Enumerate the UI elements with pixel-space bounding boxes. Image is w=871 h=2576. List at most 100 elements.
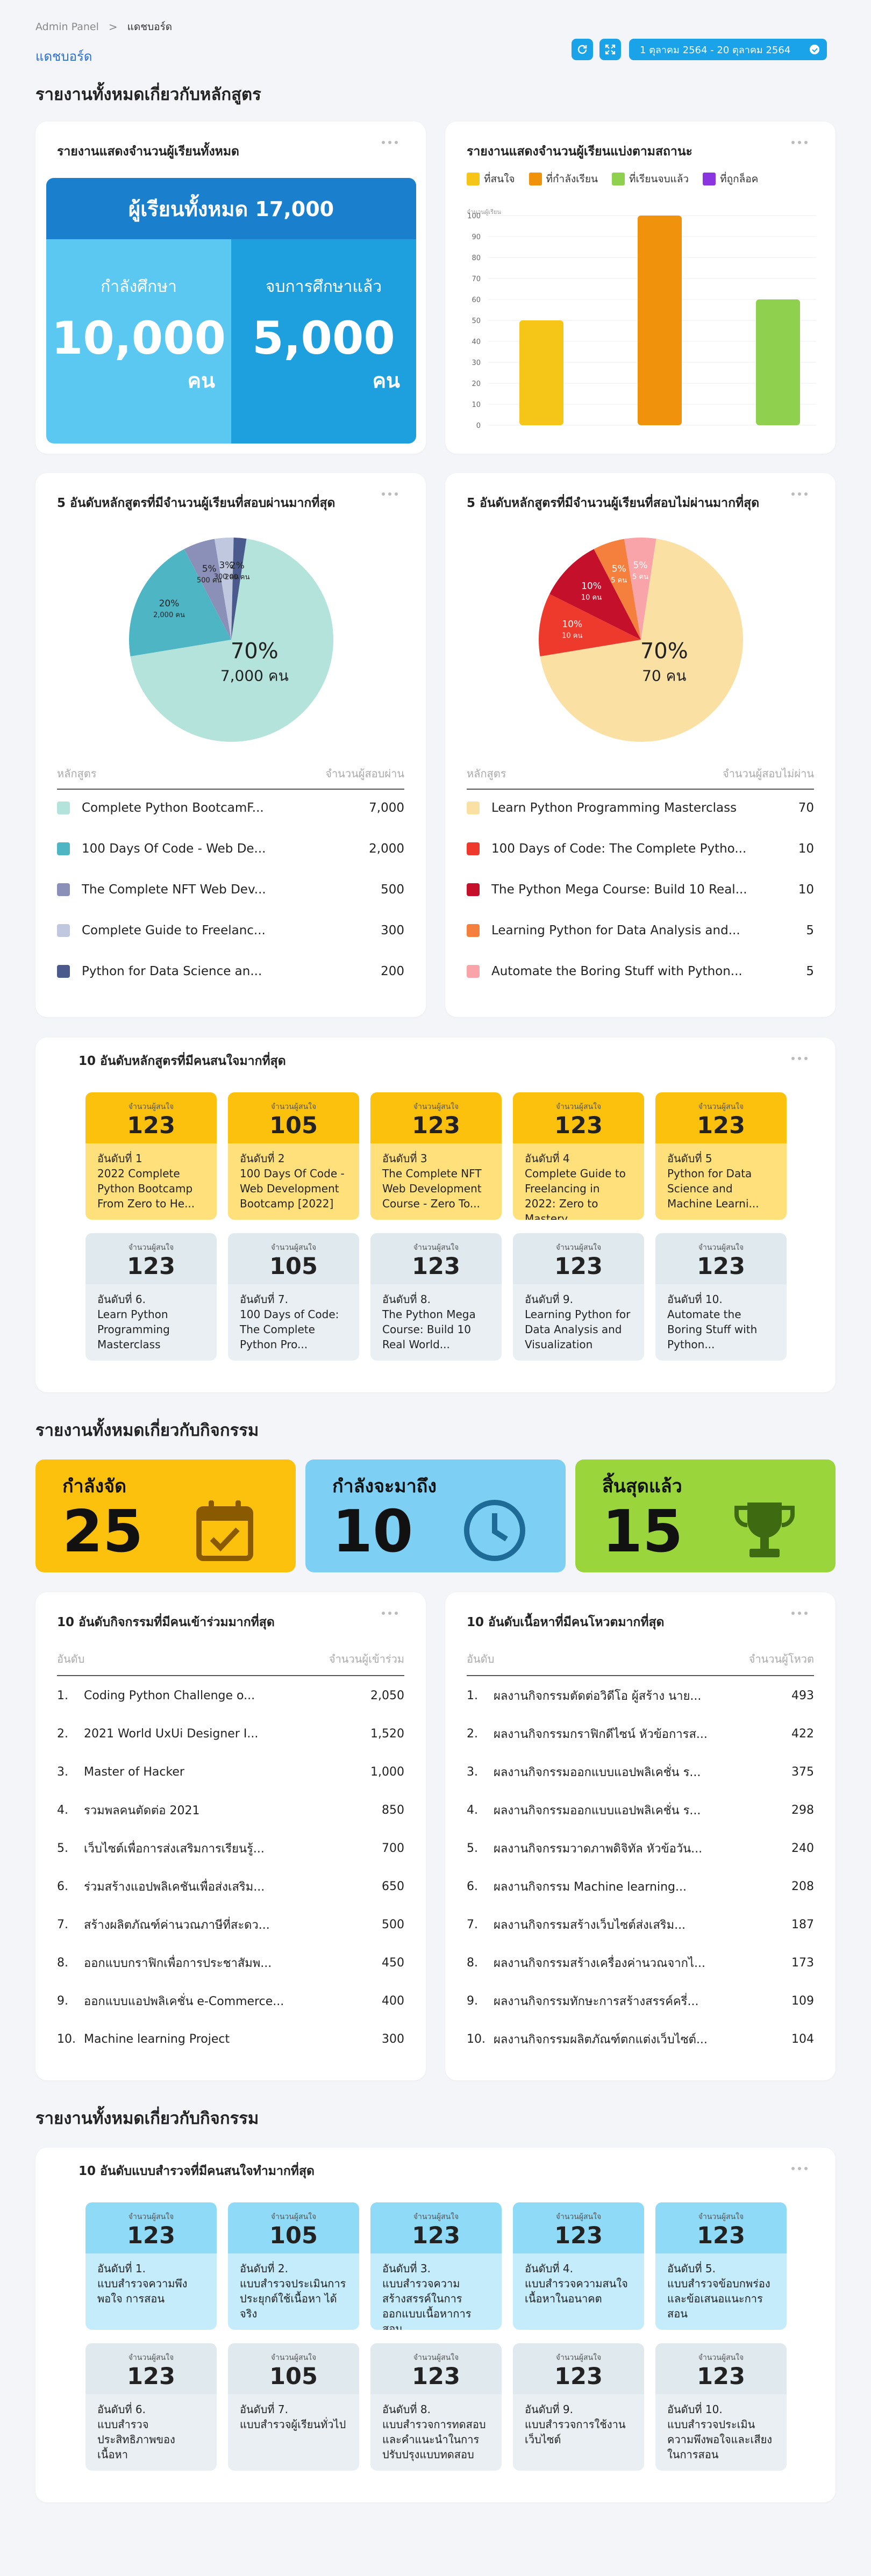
more-menu-icon[interactable] (791, 1057, 808, 1060)
tile-caption: จำนวนผู้สนใจ (270, 2213, 317, 2221)
course-name[interactable]: Automate the Boring Stuff with Python... (491, 964, 771, 978)
status-value: 15 (602, 1498, 683, 1565)
more-menu-icon[interactable] (791, 1612, 808, 1615)
course-name[interactable]: The Python Mega Course: Build 10 Real... (491, 883, 771, 897)
card-title: 10 อันดับแบบสำรวจที่มีคนสนใจทำมากที่สุด (78, 2164, 315, 2178)
ranking-row[interactable]: 6. ร่วมสร้างแอปพลิเคชันเพื่อส่งเสริม... 65… (57, 1876, 404, 1897)
ranking-row[interactable]: 6. ผลงานกิจกรรม Machine learning... 208 (467, 1876, 814, 1897)
ranked-tile[interactable]: จำนวนผู้สนใจ 123 อันดับที่ 9. Learning Pyth… (513, 1233, 644, 1361)
ranking-row[interactable]: 8. ผลงานกิจกรรมสร้างเครื่องค่านวณจากไ... 1… (467, 1952, 814, 1973)
rank-number: 2. (467, 1727, 478, 1741)
refresh-button[interactable] (572, 39, 593, 60)
bar[interactable] (756, 299, 800, 425)
more-menu-icon[interactable] (791, 141, 808, 144)
tile-rank: อันดับที่ 6. (97, 2403, 146, 2416)
ranked-tile[interactable]: จำนวนผู้สนใจ 123 อันดับที่ 8. The Python Me… (370, 1233, 502, 1361)
course-name[interactable]: Learning Python for Data Analysis and... (491, 924, 771, 938)
ranking-row[interactable]: 1. ผลงานกิจกรรมตัดต่อวิดีโอ ผู้สร้าง นาย.… (467, 1685, 814, 1706)
ranking-row[interactable]: 5. ผลงานกิจกรรมวาดภาพดิจิทัล หัวข้อวัน...… (467, 1837, 814, 1859)
ranked-tile[interactable]: จำนวนผู้สนใจ 123 อันดับที่ 4. แบบสำรวจความส… (513, 2202, 644, 2330)
tile-header: จำนวนผู้สนใจ 105 (228, 2343, 359, 2394)
ranking-row[interactable]: 4. รวมพลคนตัดต่อ 2021 850 (57, 1799, 404, 1821)
ranked-tile[interactable]: จำนวนผู้สนใจ 123 อันดับที่ 6. Learn Python … (85, 1233, 217, 1361)
tile-count: 105 (269, 1112, 318, 1139)
ranking-row[interactable]: 9. ผลงานกิจกรรมทักษะการสร้างสรรค์ครี่... 1… (467, 1990, 814, 2012)
ranked-tile[interactable]: จำนวนผู้สนใจ 123 อันดับที่ 8. แบบสำรวจการทด… (370, 2343, 502, 2471)
bar[interactable] (638, 216, 682, 425)
ranking-row[interactable]: 4. ผลงานกิจกรรมออกแบบแอปพลิเคชั่น ร... 298 (467, 1799, 814, 1821)
more-menu-icon[interactable] (382, 1612, 398, 1615)
rank-number: 4. (467, 1803, 478, 1817)
ranked-tile[interactable]: จำนวนผู้สนใจ 123 อันดับที่ 3. แบบสำรวจความส… (370, 2202, 502, 2330)
ranked-tile[interactable]: จำนวนผู้สนใจ 105 อันดับที่ 2. แบบสำรวจประเม… (228, 2202, 359, 2330)
ranking-row[interactable]: 1. Coding Python Challenge o... 2,050 (57, 1685, 404, 1706)
tile-caption: จำนวนผู้สนใจ (555, 1103, 602, 1111)
breadcrumb-home[interactable]: Admin Panel (35, 21, 99, 33)
tile-body: อันดับที่ 6. Learn Python Programming Mas… (85, 1284, 217, 1361)
legend-swatch (611, 173, 625, 185)
ranking-row[interactable]: 5. เว็บไซต์เพื่อการส่งเสริมการเรียนรู้...… (57, 1837, 404, 1859)
course-name[interactable]: The Complete NFT Web Dev... (82, 883, 361, 897)
date-range-picker[interactable]: 1 ตุลาคม 2564 - 20 ตุลาคม 2564 (629, 39, 827, 60)
ranked-tile[interactable]: จำนวนผู้สนใจ 123 อันดับที่ 9. แบบสำรวจการใช… (513, 2343, 644, 2471)
ranked-tile[interactable]: จำนวนผู้สนใจ 105 อันดับที่ 2 100 Days Of Co… (228, 1092, 359, 1220)
ranking-row[interactable]: 2. 2021 World UxUi Designer I... 1,520 (57, 1723, 404, 1744)
ranked-tile[interactable]: จำนวนผู้สนใจ 105 อันดับที่ 7. 100 Days of C… (228, 1233, 359, 1361)
ranked-tile[interactable]: จำนวนผู้สนใจ 123 อันดับที่ 10. Automate the… (655, 1233, 787, 1361)
course-value: 5 (806, 964, 814, 978)
ranking-row[interactable]: 7. ผลงานกิจกรรมสร้างเว็บไซต์ส่งเสริม... 18… (467, 1914, 814, 1935)
tile-name: 100 Days Of Code - Web Development Bootc… (240, 1167, 345, 1210)
ranked-tile[interactable]: จำนวนผู้สนใจ 123 อันดับที่ 4 Complete Guide… (513, 1092, 644, 1220)
rank-number: 8. (467, 1956, 478, 1970)
tile-name: แบบสำรวจความพึงพอใจ การสอน (97, 2277, 188, 2305)
rank-value: 375 (791, 1765, 814, 1779)
ranking-row[interactable]: 8. ออกแบบกราฟิกเพื่อการประชาสัมพ... 450 (57, 1952, 404, 1973)
more-menu-icon[interactable] (791, 492, 808, 496)
tile-body: อันดับที่ 3 The Complete NFT Web Developm… (370, 1143, 502, 1220)
ranked-tile[interactable]: จำนวนผู้สนใจ 123 อันดับที่ 3 The Complete N… (370, 1092, 502, 1220)
status-finished-card[interactable]: สิ้นสุดแล้ว 15 (575, 1459, 836, 1572)
ranked-tile[interactable]: จำนวนผู้สนใจ 105 อันดับที่ 7. แบบสำรวจผู้เร… (228, 2343, 359, 2471)
status-upcoming-card[interactable]: กำลังจะมาถึง 10 (305, 1459, 566, 1572)
status-ongoing-card[interactable]: กำลังจัด 25 (35, 1459, 296, 1572)
ranking-row[interactable]: 9. ออกแบบแอปพลิเคชั่น e-Commerce... 400 (57, 1990, 404, 2012)
status-label: กำลังจัด (62, 1476, 127, 1497)
more-menu-icon[interactable] (382, 141, 398, 144)
bar[interactable] (519, 320, 563, 425)
graduated-panel: จบการศึกษาแล้ว 5,000 คน (231, 239, 416, 443)
rank-value: 450 (382, 1956, 404, 1970)
tile-header: จำนวนผู้สนใจ 123 (655, 1092, 787, 1143)
ranked-tile[interactable]: จำนวนผู้สนใจ 123 อันดับที่ 1 2022 Complete … (85, 1092, 217, 1220)
tile-rank: อันดับที่ 9. (525, 2403, 573, 2416)
ranked-tile[interactable]: จำนวนผู้สนใจ 123 อันดับที่ 10. แบบสำรวจประเ… (655, 2343, 787, 2471)
ranked-tile[interactable]: จำนวนผู้สนใจ 123 อันดับที่ 5 Python for Dat… (655, 1092, 787, 1220)
course-name[interactable]: Learn Python Programming Masterclass (491, 801, 771, 815)
ranking-row[interactable]: 3. ผลงานกิจกรรมออกแบบแอปพลิเคชั่น ร... 375 (467, 1761, 814, 1783)
more-menu-icon[interactable] (791, 2167, 808, 2170)
ranked-tile[interactable]: จำนวนผู้สนใจ 123 อันดับที่ 6. แบบสำรวจประสิ… (85, 2343, 217, 2471)
tile-rank: อันดับที่ 8. (382, 2403, 431, 2416)
course-name[interactable]: Complete Python BootcamF... (82, 801, 361, 815)
ranking-row[interactable]: 2. ผลงานกิจกรรมกราฟิกดีไซน์ หัวข้อการส...… (467, 1723, 814, 1744)
more-menu-icon[interactable] (382, 492, 398, 496)
rank-value: 650 (382, 1879, 404, 1893)
table-header: อันดับ จำนวนผู้โหวต (467, 1650, 814, 1676)
slice-percent-label: 5% (612, 563, 626, 574)
tile-count: 123 (412, 2363, 460, 2390)
card-title: 5 อันดับหลักสูตรที่มีจำนวนผู้เรียนที่สอบ… (57, 496, 335, 510)
course-name[interactable]: Python for Data Science an... (82, 964, 361, 978)
expand-button[interactable] (599, 39, 621, 60)
course-name[interactable]: Complete Guide to Freelanc... (82, 924, 361, 938)
tile-rank: อันดับที่ 4 (525, 1152, 570, 1165)
ranking-row[interactable]: 10. ผลงานกิจกรรมผลิตภัณฑ์ตกแต่งเว็บไซต์..… (467, 2028, 814, 2050)
tile-rank: อันดับที่ 7. (240, 2403, 288, 2416)
status-label: สิ้นสุดแล้ว (602, 1476, 682, 1497)
course-name[interactable]: 100 Days Of Code - Web De... (82, 842, 361, 856)
ranking-row[interactable]: 3. Master of Hacker 1,000 (57, 1761, 404, 1783)
course-name[interactable]: 100 Days of Code: The Complete Pytho... (491, 842, 771, 856)
ranked-tile[interactable]: จำนวนผู้สนใจ 123 อันดับที่ 1. แบบสำรวจความพ… (85, 2202, 217, 2330)
total-students-card: รายงานแสดงจำนวนผู้เรียนทั้งหมด ผู้เรียนท… (35, 121, 426, 454)
ranked-tile[interactable]: จำนวนผู้สนใจ 123 อันดับที่ 5. แบบสำรวจข้อบก… (655, 2202, 787, 2330)
ranking-row[interactable]: 7. สร้างผลิตภัณฑ์ค่านวณภาษีที่สะดว... 500 (57, 1914, 404, 1935)
ranking-row[interactable]: 10. Machine learning Project 300 (57, 2028, 404, 2050)
